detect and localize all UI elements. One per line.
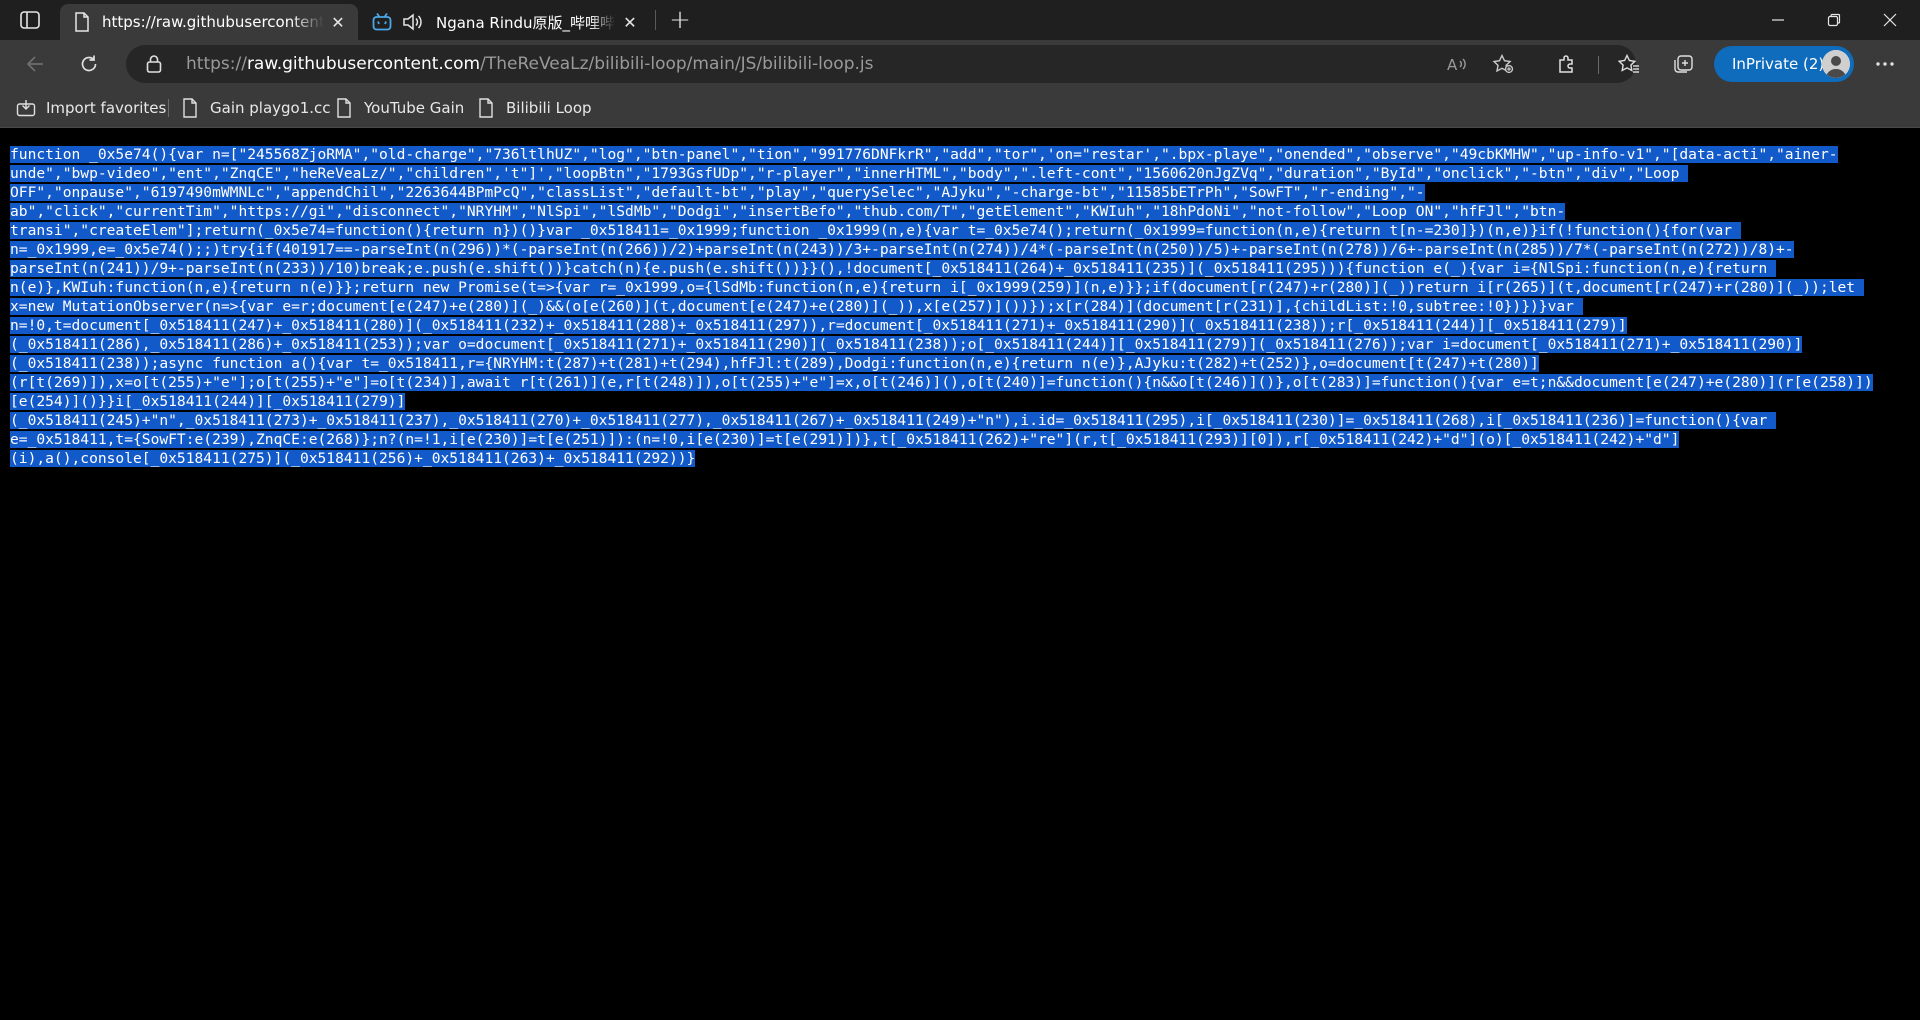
code-line: (r[t(269)]),x=o[t(255)+"e"];o[t(255)+"e"… [10, 374, 1873, 391]
restore-icon[interactable] [1806, 0, 1862, 40]
code-line: n=_0x1999,e=_0x5e74();;)try{if(401917==-… [10, 241, 1794, 258]
source-code-text[interactable]: function _0x5e74(){var n=["245568ZjoRMA"… [10, 145, 1910, 468]
refresh-icon[interactable] [72, 48, 106, 80]
code-line: unde","bwp-video","ent","ZnqCE","heReVea… [10, 165, 1689, 182]
code-line: OFF","onpause","6197490mWMNLc","appendCh… [10, 184, 1425, 201]
code-line: e=_0x518411,t={SowFT:e(239),ZnqCE:e(268)… [10, 431, 1680, 448]
collections-icon[interactable] [1666, 48, 1700, 80]
minimize-icon[interactable] [1750, 0, 1806, 40]
svg-text:A: A [1447, 56, 1458, 73]
toolbar-separator [1598, 56, 1599, 74]
favorite-gain-playgo1[interactable]: Gain playgo1.cc [180, 88, 331, 128]
inprivate-label: InPrivate (2) [1732, 55, 1825, 73]
code-line: [e(254)]()}}i[_0x518411(244)][_0x518411(… [10, 393, 406, 410]
tab-bilibili[interactable]: Ngana Rindu原版_哔哩哔哩_bilibili ✕ [360, 4, 650, 40]
code-line: (_0x518411(245)+"n",_0x518411(273)+_0x51… [10, 412, 1777, 429]
tab-title: https://raw.githubusercontent.com/TheReV… [102, 13, 324, 31]
favorite-label: Import favorites [46, 99, 167, 117]
close-tab-icon[interactable]: ✕ [324, 8, 352, 36]
address-bar[interactable]: https://raw.githubusercontent.com/TheReV… [126, 45, 1636, 83]
favorites-bar: Import favorites Gain playgo1.cc YouTube… [0, 88, 1920, 128]
code-line: transi","createElem"];return(_0x5e74=fun… [10, 222, 1741, 239]
code-line: n=!0,t=document[_0x518411(247)+_0x518411… [10, 317, 1627, 334]
url-path: /TheReVeaLz/bilibili-loop/main/JS/bilibi… [480, 54, 874, 74]
tab-raw-github[interactable]: https://raw.githubusercontent.com/TheReV… [60, 4, 358, 40]
page-icon [476, 98, 496, 118]
more-menu-icon[interactable] [1868, 48, 1902, 80]
back-icon[interactable] [18, 48, 52, 80]
tab-title: Ngana Rindu原版_哔哩哔哩_bilibili [436, 13, 616, 32]
code-line: (i),a(),console[_0x518411(275)](_0x51841… [10, 450, 696, 467]
page-icon [334, 98, 354, 118]
tab-separator [655, 10, 656, 30]
page-icon [72, 12, 92, 32]
avatar [1822, 50, 1850, 78]
add-favorite-icon[interactable] [1490, 52, 1516, 76]
code-line: n(e)},KWIuh:function(n,e){return n(e)}};… [10, 279, 1864, 296]
code-line: ab","click","currentTim","https://gi","d… [10, 203, 1566, 220]
tab-actions-icon[interactable] [18, 10, 42, 30]
page-icon [180, 98, 200, 118]
favorite-bilibili-loop[interactable]: Bilibili Loop [476, 88, 592, 128]
url-protocol: https:// [186, 54, 247, 74]
favorite-import-favorites[interactable]: Import favorites [16, 88, 166, 128]
tab-strip: https://raw.githubusercontent.com/TheReV… [0, 0, 1920, 40]
favorite-label: Gain playgo1.cc [210, 99, 331, 117]
code-line: (_0x518411(286),_0x518411(286)+_0x518411… [10, 336, 1803, 353]
code-line: x=new MutationObserver(n=>{var e=r;docum… [10, 298, 1583, 315]
url-text[interactable]: https://raw.githubusercontent.com/TheReV… [186, 54, 873, 74]
read-aloud-icon[interactable]: A [1444, 52, 1470, 76]
code-line: parseInt(n(241))/9+-parseInt(n(233))/10)… [10, 260, 1777, 277]
navigation-toolbar: https://raw.githubusercontent.com/TheReV… [0, 40, 1920, 88]
favorite-label: YouTube Gain [364, 99, 465, 117]
close-tab-icon[interactable]: ✕ [616, 8, 644, 36]
code-line: function _0x5e74(){var n=["245568ZjoRMA"… [10, 146, 1838, 163]
close-window-icon[interactable] [1862, 0, 1918, 40]
lock-icon[interactable] [146, 54, 164, 74]
code-line: (_0x518411(238));async function a(){var … [10, 355, 1539, 372]
favorite-youtube-gain[interactable]: YouTube Gain [334, 88, 464, 128]
favorites-separator [168, 99, 169, 117]
inprivate-profile-button[interactable]: InPrivate (2) [1714, 46, 1854, 82]
favorite-label: Bilibili Loop [506, 99, 592, 117]
url-host: raw.githubusercontent.com [246, 54, 481, 74]
page-content: function _0x5e74(){var n=["245568ZjoRMA"… [0, 129, 1920, 1020]
new-tab-icon[interactable]: + [664, 5, 696, 35]
speaker-icon[interactable] [402, 12, 426, 32]
bilibili-icon [372, 12, 392, 32]
import-favorites-icon [16, 98, 36, 118]
favorites-icon[interactable] [1612, 48, 1646, 80]
extensions-icon[interactable] [1550, 48, 1584, 80]
